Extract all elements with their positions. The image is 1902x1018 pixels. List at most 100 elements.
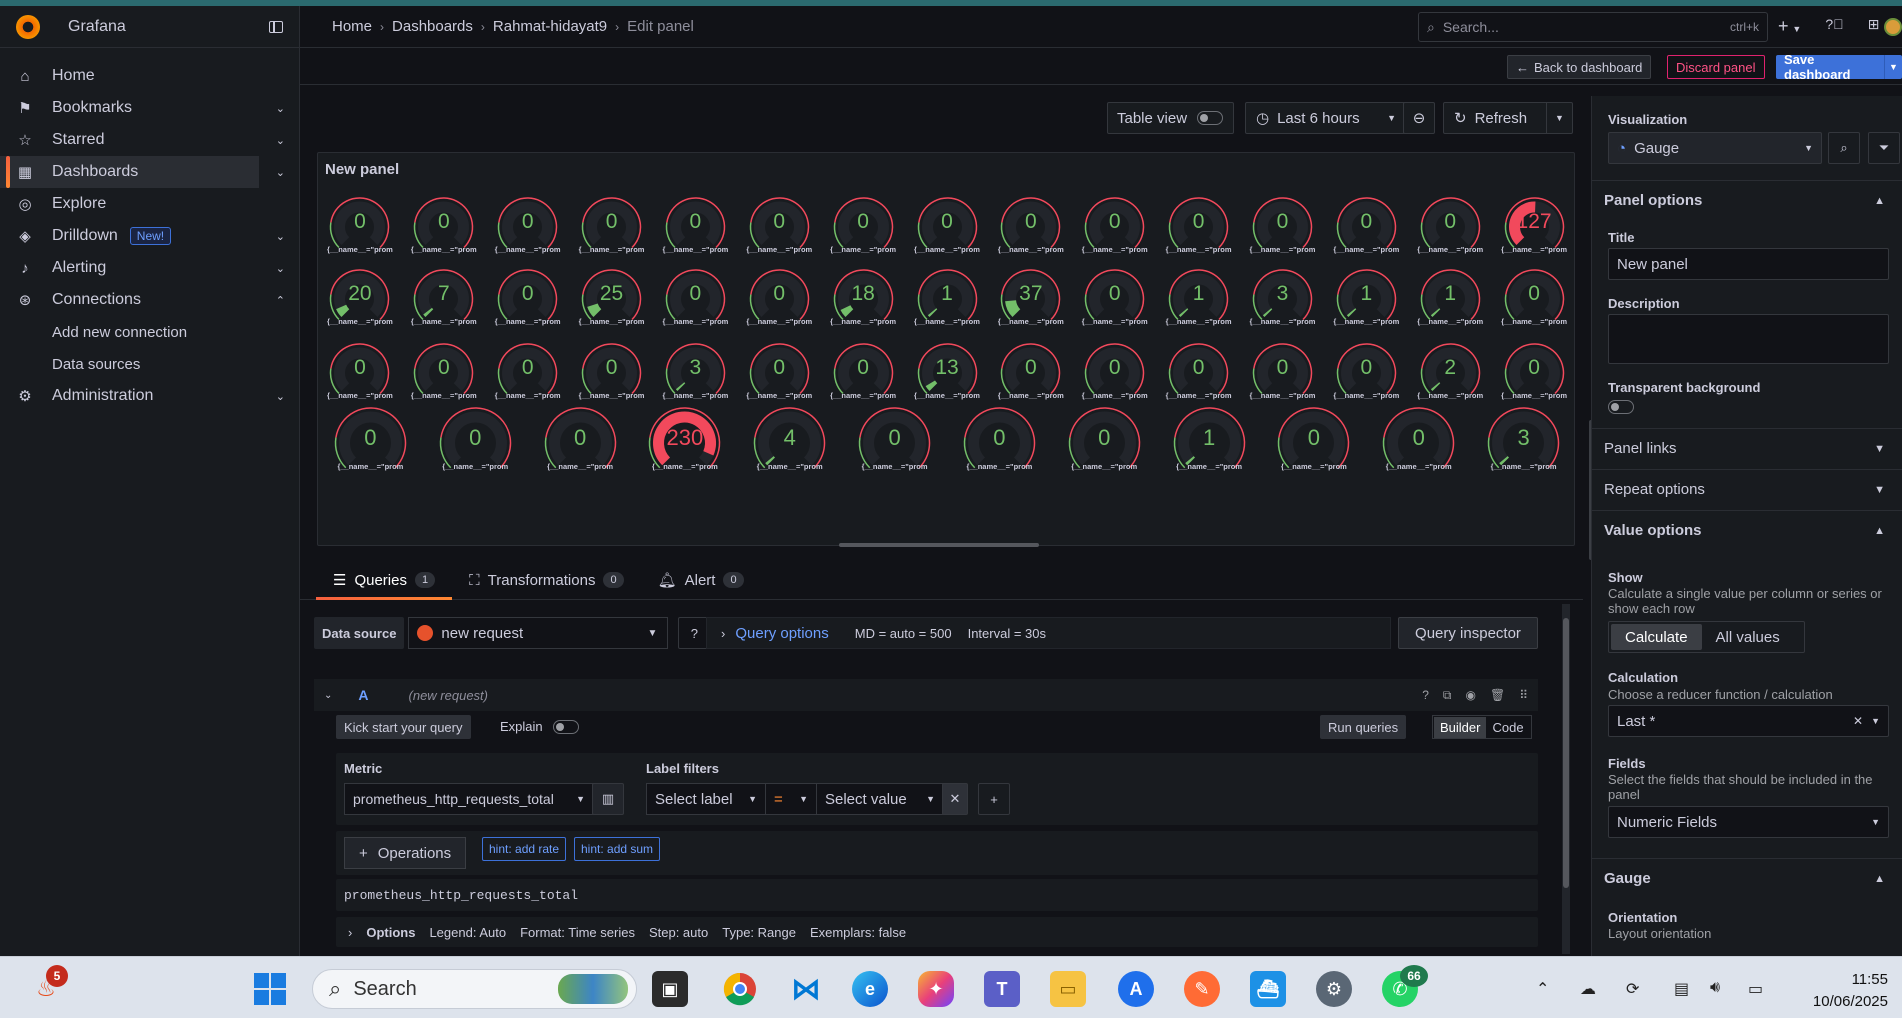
sidebar-item-drilldown[interactable]: ◈ Drilldown New! ⌄ <box>0 220 299 252</box>
cloud-icon[interactable]: ☁ <box>1580 979 1596 999</box>
metrics-explorer-button[interactable]: ▥ <box>592 783 624 815</box>
toggle-switch[interactable] <box>552 719 579 734</box>
chevron-down-icon[interactable]: ⌄ <box>276 262 285 275</box>
back-to-dashboard-button[interactable]: ← Back to dashboard <box>1507 55 1652 79</box>
add-filter-button[interactable]: + <box>978 783 1010 815</box>
network-icon[interactable]: ▤ <box>1674 979 1689 999</box>
sidebar-item-explore[interactable]: ◎ Explore <box>0 188 299 220</box>
gauge[interactable]: 0 {__name__="prom <box>329 401 412 489</box>
app-store-icon[interactable]: A <box>1118 971 1154 1007</box>
chevron-down-icon[interactable]: ⌄ <box>276 390 285 403</box>
calculate-option[interactable]: Calculate <box>1611 624 1702 650</box>
collapse-chevron-icon[interactable]: ⌄ <box>324 690 332 701</box>
sidebar-item-bookmarks[interactable]: ⚑ Bookmarks ⌄ <box>0 92 299 124</box>
close-icon[interactable]: ✕ <box>1853 714 1863 728</box>
select-label-dropdown[interactable]: Select label ▼ <box>646 783 766 815</box>
copilot-icon[interactable]: ✦ <box>918 971 954 1007</box>
sync-icon[interactable]: ⟳ <box>1626 979 1639 999</box>
refresh-button[interactable]: ↻ Refresh ▼ <box>1443 102 1573 134</box>
add-new-button[interactable]: + ▼ <box>1778 16 1801 37</box>
query-inspector-button[interactable]: Query inspector <box>1398 617 1538 649</box>
chevron-down-icon[interactable]: ▼ <box>1884 55 1902 79</box>
hint-add-rate[interactable]: hint: add rate <box>482 837 567 861</box>
search-options-button[interactable]: ⌕ <box>1828 132 1860 164</box>
tab-transformations[interactable]: ⛶ Transformations 0 <box>452 561 640 599</box>
chevron-down-icon[interactable]: ⌄ <box>276 166 285 179</box>
time-range-picker[interactable]: ◷ Last 6 hours ▼ <box>1245 102 1407 134</box>
tab-alert[interactable]: 🔔︎ Alert 0 <box>641 561 761 599</box>
postman-icon[interactable]: ✎ <box>1184 971 1220 1007</box>
battery-icon[interactable]: ▭ <box>1748 979 1763 999</box>
gauge[interactable]: 0 {__name__="prom <box>434 401 517 489</box>
save-dashboard-button[interactable]: Save dashboard ▼ <box>1776 52 1902 82</box>
help-icon[interactable]: ? <box>1422 688 1429 703</box>
sidebar-item-add-new-connection[interactable]: Add new connection <box>0 316 299 348</box>
title-input[interactable]: New panel <box>1608 248 1889 280</box>
breadcrumb-dashboards[interactable]: Dashboards <box>392 18 473 35</box>
chevron-up-icon[interactable]: ⌃ <box>276 294 285 307</box>
sidebar-item-connections[interactable]: ⊛ Connections ⌃ <box>0 284 299 316</box>
query-ref-id[interactable]: A <box>358 687 368 703</box>
hint-add-sum[interactable]: hint: add sum <box>574 837 661 861</box>
panel-links-section[interactable]: Panel links ▼ <box>1592 428 1902 468</box>
docker-icon[interactable]: ⛴ <box>1250 971 1286 1007</box>
scrollbar-thumb[interactable] <box>1563 618 1569 888</box>
chevron-up-icon[interactable]: ⌃ <box>1536 979 1549 999</box>
gauge[interactable]: 0 {__name__="prom <box>539 401 622 489</box>
drag-handle-icon[interactable]: ⠿ <box>1519 688 1528 703</box>
breadcrumb-dashboard[interactable]: Rahmat-hidayat9 <box>493 18 607 35</box>
discard-panel-button[interactable]: Discard panel <box>1667 55 1765 79</box>
sidebar-item-starred[interactable]: ☆ Starred ⌄ <box>0 124 299 156</box>
query-scrollbar[interactable] <box>1562 604 1570 954</box>
gauge[interactable]: 230 {__name__="prom <box>643 401 726 489</box>
remove-filter-button[interactable]: ✕ <box>942 783 968 815</box>
calculation-select[interactable]: Last * ✕ ▼ <box>1608 705 1889 737</box>
select-value-dropdown[interactable]: Select value ▼ <box>816 783 944 815</box>
datasource-picker[interactable]: new request ▼ <box>408 617 669 649</box>
gauge[interactable]: 0 {__name__="prom <box>853 401 936 489</box>
teams-icon[interactable]: T <box>984 971 1020 1007</box>
panel-preview[interactable]: New panel 0 {__name__="prom 0 {__name__="pr… <box>317 152 1575 547</box>
query-options-row[interactable]: › Options Legend: Auto Format: Time seri… <box>336 917 1538 947</box>
query-row-header[interactable]: ⌄ A (new request) ? ⧉ ◉ 🗑︎ ⠿ <box>314 679 1538 711</box>
avatar[interactable] <box>1884 18 1902 36</box>
refresh-interval-dropdown[interactable]: ▼ <box>1546 103 1572 133</box>
dock-menu-icon[interactable] <box>269 20 283 33</box>
kickstart-query-button[interactable]: Kick start your query <box>336 715 471 739</box>
sidebar-item-home[interactable]: ⌂ Home <box>0 60 299 92</box>
query-options-bar[interactable]: › Query options MD = auto = 500 Interval… <box>706 617 1391 649</box>
sidebar-item-dashboards[interactable]: ▦ Dashboards ⌄ <box>0 156 285 188</box>
gauge[interactable]: 0 {__name__="prom <box>958 401 1041 489</box>
breadcrumb-home[interactable]: Home <box>332 18 372 35</box>
table-view-toggle[interactable]: Table view <box>1107 102 1234 134</box>
chrome-icon[interactable] <box>722 971 758 1007</box>
visualization-picker[interactable]: ◔ Gauge ▼ <box>1608 132 1822 164</box>
volume-icon[interactable]: 🔊︎ <box>1710 979 1720 997</box>
transparent-toggle[interactable] <box>1608 400 1634 414</box>
gauge-section[interactable]: Gauge ▲ <box>1592 858 1902 898</box>
settings-icon[interactable]: ⚙ <box>1316 971 1352 1007</box>
filter-options-button[interactable]: ⏷ <box>1868 132 1900 164</box>
gauge[interactable]: 3 {__name__="prom <box>1482 401 1565 489</box>
news-icon[interactable]: ⊞ <box>1868 16 1880 37</box>
run-queries-button[interactable]: Run queries <box>1320 715 1407 739</box>
vscode-icon[interactable]: ⋈ <box>788 971 824 1007</box>
zoom-out-button[interactable]: ⊖ <box>1403 102 1435 134</box>
search-input[interactable]: ⌕ Search... ctrl+k <box>1418 12 1768 42</box>
description-textarea[interactable] <box>1608 314 1889 364</box>
sidebar-item-data-sources[interactable]: Data sources <box>0 348 299 380</box>
chevron-down-icon[interactable]: ⌄ <box>276 230 285 243</box>
explain-toggle[interactable]: Explain <box>500 719 579 734</box>
repeat-options-section[interactable]: Repeat options ▼ <box>1592 469 1902 509</box>
task-view-icon[interactable]: ▣ <box>652 971 688 1007</box>
operator-dropdown[interactable]: = ▼ <box>765 783 817 815</box>
help-icon[interactable]: ?⃝ <box>1825 16 1843 37</box>
chevron-down-icon[interactable]: ⌄ <box>276 102 285 115</box>
chevron-down-icon[interactable]: ⌄ <box>276 134 285 147</box>
gauge[interactable]: 1 {__name__="prom <box>1168 401 1251 489</box>
trash-icon[interactable]: 🗑︎ <box>1490 688 1505 703</box>
taskbar-search[interactable]: ⌕ Search <box>312 969 637 1009</box>
system-clock[interactable]: 11:55 10/06/2025 <box>1813 969 1888 1013</box>
query-options-link[interactable]: Query options <box>735 625 828 642</box>
code-mode-button[interactable]: Code <box>1486 717 1529 738</box>
